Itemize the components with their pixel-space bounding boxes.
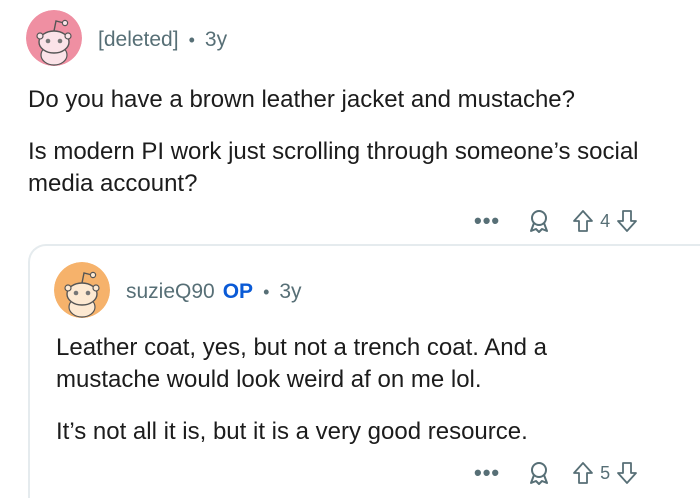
vote-count: 5 (600, 462, 611, 483)
avatar[interactable] (54, 262, 110, 318)
comment-paragraph: It’s not all it is, but it is a very goo… (56, 418, 528, 445)
downvote-icon[interactable] (616, 209, 638, 233)
comment-body: Do you have a brown leather jacket and m… (28, 84, 678, 200)
more-icon[interactable]: ••• (474, 210, 500, 232)
downvote-icon[interactable] (616, 461, 638, 485)
comment-paragraph: Do you have a brown leather jacket and m… (28, 86, 575, 113)
comment-actions: ••• 5 (474, 460, 638, 486)
username[interactable]: suzieQ90 (126, 280, 215, 304)
comment-paragraph: Leather coat, yes, but not a trench coat… (56, 334, 547, 393)
avatar[interactable] (26, 10, 82, 66)
comment-body: Leather coat, yes, but not a trench coat… (56, 332, 636, 448)
comment-meta: [deleted] • 3y (98, 28, 227, 52)
op-badge: OP (222, 280, 254, 303)
comment-age: 3y (204, 28, 228, 51)
vote-count: 4 (600, 210, 611, 231)
username[interactable]: [deleted] (98, 28, 179, 52)
snoo-avatar-icon (54, 262, 110, 318)
meta-separator: • (263, 281, 270, 302)
comment-paragraph: Is modern PI work just scrolling through… (28, 138, 639, 197)
comment-meta: suzieQ90 OP • 3y (126, 280, 302, 304)
comment-actions: ••• 4 (474, 208, 638, 234)
award-icon[interactable] (526, 208, 552, 234)
award-icon[interactable] (526, 460, 552, 486)
comment-age: 3y (279, 280, 302, 303)
upvote-icon[interactable] (572, 461, 594, 485)
upvote-icon[interactable] (572, 209, 594, 233)
meta-separator: • (188, 29, 195, 50)
more-icon[interactable]: ••• (474, 462, 500, 484)
snoo-avatar-icon (26, 10, 82, 66)
